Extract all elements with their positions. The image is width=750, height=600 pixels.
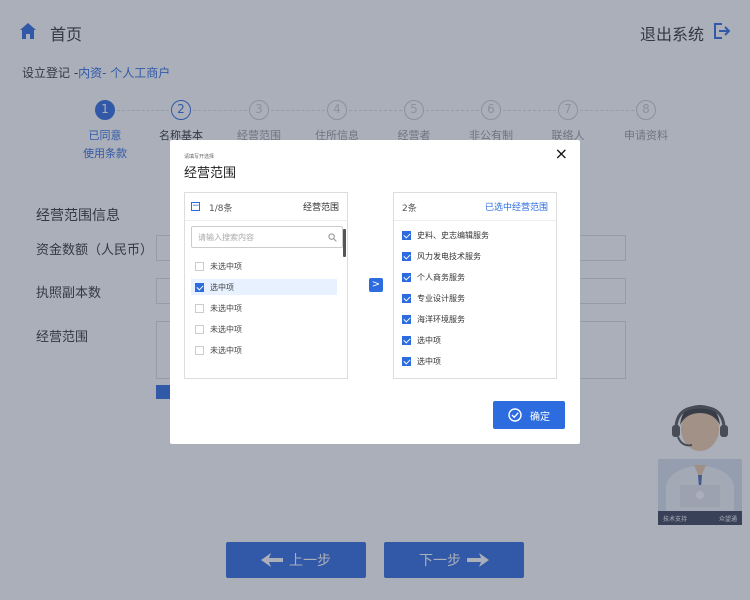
modal-subtitle: 请填写开选择: [184, 154, 215, 160]
target-title: 已选中经营范围: [484, 203, 548, 213]
item-checkbox[interactable]: [402, 251, 411, 261]
confirm-label: 确定: [530, 411, 550, 423]
source-list-item[interactable]: 未选中项: [191, 321, 337, 337]
target-list-item[interactable]: 专业设计服务: [402, 290, 465, 306]
search-field[interactable]: [191, 226, 343, 248]
source-title: 经营范围: [302, 203, 339, 213]
item-label: 选中项: [210, 282, 234, 292]
source-list-item[interactable]: 选中项: [191, 279, 337, 295]
item-label: 未选中项: [210, 345, 242, 355]
item-label: 未选中项: [210, 261, 242, 271]
search-input[interactable]: [192, 227, 322, 247]
item-label: 未选中项: [210, 303, 242, 313]
target-count: 2条: [402, 204, 417, 214]
close-icon[interactable]: ×: [555, 146, 568, 162]
item-checkbox[interactable]: [195, 324, 204, 334]
source-count: 1/8条: [209, 204, 233, 214]
source-list-item[interactable]: 未选中项: [191, 300, 337, 316]
list-scrollbar[interactable]: [343, 229, 346, 257]
item-checkbox[interactable]: [402, 314, 411, 324]
item-checkbox[interactable]: [402, 356, 411, 366]
item-label: 选中项: [417, 356, 441, 366]
target-list-item[interactable]: 个人商务服务: [402, 269, 465, 285]
target-list-item[interactable]: 史料、史志编辑服务: [402, 227, 489, 243]
source-list-item[interactable]: 未选中项: [191, 342, 337, 358]
transfer-right-button[interactable]: >: [369, 278, 383, 292]
item-checkbox[interactable]: [195, 261, 204, 271]
item-label: 风力发电技术服务: [417, 251, 481, 261]
item-checkbox[interactable]: [195, 282, 204, 292]
source-list-item[interactable]: 未选中项: [191, 258, 337, 274]
target-list-item[interactable]: 选中项: [402, 332, 441, 348]
item-checkbox[interactable]: [195, 303, 204, 313]
search-icon[interactable]: [328, 233, 337, 242]
target-list-item[interactable]: 风力发电技术服务: [402, 248, 481, 264]
target-list-item[interactable]: 选中项: [402, 353, 441, 369]
item-checkbox[interactable]: [402, 272, 411, 282]
target-list-item[interactable]: 海洋环境服务: [402, 311, 465, 327]
item-label: 选中项: [417, 335, 441, 345]
source-list-header: − 1/8条 经营范围: [185, 193, 347, 221]
item-checkbox[interactable]: [195, 345, 204, 355]
item-label: 未选中项: [210, 324, 242, 334]
item-label: 海洋环境服务: [417, 314, 465, 324]
item-label: 专业设计服务: [417, 293, 465, 303]
target-list-header: 2条 已选中经营范围: [394, 193, 556, 221]
target-list-panel: 2条 已选中经营范围 史料、史志编辑服务 风力发电技术服务 个人商务服务 专业设计服务…: [393, 192, 557, 379]
item-label: 个人商务服务: [417, 272, 465, 282]
source-list-panel: − 1/8条 经营范围 未选中项选中项未选中项未选中项未选中项: [184, 192, 348, 379]
item-label: 史料、史志编辑服务: [417, 230, 489, 240]
item-checkbox[interactable]: [402, 230, 411, 240]
select-all-checkbox[interactable]: −: [191, 202, 200, 211]
confirm-button[interactable]: 确定: [493, 401, 565, 429]
item-checkbox[interactable]: [402, 293, 411, 303]
check-circle-icon: [508, 408, 522, 422]
modal-title: 经营范围: [184, 166, 237, 181]
business-scope-modal: 请填写开选择 经营范围 × − 1/8条 经营范围 未选中项选中项未选中项未选中…: [170, 140, 580, 444]
item-checkbox[interactable]: [402, 335, 411, 345]
